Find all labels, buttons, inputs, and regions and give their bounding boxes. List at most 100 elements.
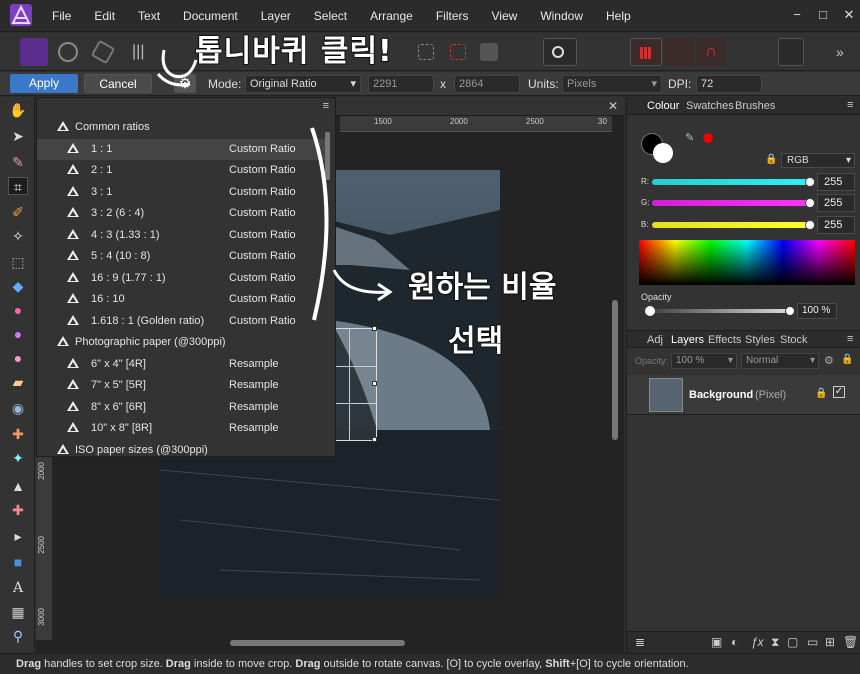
blue-value-field[interactable]: 255 (817, 216, 855, 234)
horizontal-scrollbar[interactable] (230, 640, 405, 646)
fx-icon[interactable]: ƒx (751, 635, 764, 649)
selection-brush-tool-icon[interactable]: ✧ (8, 227, 28, 245)
clone-tool-icon[interactable]: ◉ (8, 399, 28, 417)
flood-fill-tool-icon[interactable]: ◆ (8, 277, 28, 295)
colour-spectrum[interactable] (639, 240, 855, 285)
menu-filters[interactable]: Filters (436, 9, 469, 23)
assistant-icon[interactable] (778, 38, 804, 66)
deselect-icon[interactable] (450, 44, 466, 60)
tab-brushes[interactable]: Brushes (735, 100, 775, 112)
opacity-handle[interactable] (785, 306, 795, 316)
trash-icon[interactable]: 🗑 (843, 635, 858, 649)
layer-opacity-field[interactable]: 100 % ▾ (671, 353, 737, 369)
burn-tool-icon[interactable]: ● (8, 349, 28, 367)
panel-menu-icon[interactable]: ≡ (847, 333, 853, 345)
red-slider[interactable] (652, 179, 810, 185)
menu-layer[interactable]: Layer (261, 9, 291, 23)
preset-item[interactable]: 3 : 1 Custom Ratio (37, 182, 327, 203)
preset-item[interactable]: 7" x 5" [5R] Resample (37, 375, 327, 396)
preset-category[interactable]: Photographic paper (@300ppi) (37, 332, 327, 353)
tab-effects[interactable]: Effects (708, 334, 741, 346)
liquify-persona-icon[interactable] (58, 42, 78, 62)
preset-category[interactable]: Common ratios (37, 117, 327, 138)
gradient-tool-icon[interactable]: ● (8, 301, 28, 319)
preset-item[interactable]: 16 : 10 Custom Ratio (37, 289, 327, 310)
opacity-field[interactable]: 100 % (797, 303, 837, 319)
layers-stack-icon[interactable]: ≣ (635, 635, 645, 649)
vertical-scrollbar[interactable] (612, 300, 618, 440)
blend-mode-select[interactable]: Normal ▾ (741, 353, 819, 369)
arrow-snap-icon[interactable] (664, 38, 694, 66)
preset-item[interactable]: 3 : 2 (6 : 4) Custom Ratio (37, 203, 327, 224)
tab-layers[interactable]: Layers (671, 334, 704, 346)
gear-icon[interactable]: ⚙ (824, 354, 834, 367)
menu-view[interactable]: View (492, 9, 518, 23)
lock-icon[interactable]: 🔒 (765, 154, 777, 165)
tab-colour[interactable]: Colour (647, 100, 679, 112)
add-layer-icon[interactable]: ⊞ (825, 635, 835, 649)
preset-item[interactable]: 6" x 4" [4R] Resample (37, 354, 327, 375)
mask-icon[interactable]: ▣ (711, 635, 722, 649)
crop-box[interactable] (335, 326, 377, 442)
preset-item[interactable]: 1 : 1 Custom Ratio (37, 138, 327, 160)
preset-item[interactable]: 4 : 3 (1.33 : 1) Custom Ratio (37, 225, 327, 246)
preset-category[interactable]: ISO paper sizes (@300ppi) (37, 440, 327, 461)
crop-handle[interactable] (372, 381, 377, 386)
toolbar-more-icon[interactable]: » (836, 38, 856, 66)
grid-snap-button[interactable] (630, 38, 662, 66)
blue-slider[interactable] (652, 222, 810, 228)
crop-handle[interactable] (372, 437, 377, 442)
red-eye-tool-icon[interactable]: ✦ (8, 449, 28, 467)
eraser-tool-icon[interactable]: ▰ (8, 373, 28, 391)
dpi-field[interactable]: 72 (696, 75, 762, 93)
maximize-button[interactable]: □ (816, 7, 830, 22)
preset-item[interactable]: 16 : 9 (1.77 : 1) Custom Ratio (37, 268, 327, 289)
menu-arrange[interactable]: Arrange (370, 9, 413, 23)
panel-menu-icon[interactable]: ≡ (323, 100, 329, 112)
patch-tool-icon[interactable]: ✚ (8, 501, 28, 519)
mode-select[interactable]: Original Ratio ▾ (245, 75, 361, 93)
menu-edit[interactable]: Edit (94, 9, 115, 23)
photo-persona-icon[interactable] (20, 38, 48, 66)
quick-mask-button[interactable] (543, 38, 577, 66)
tab-stock[interactable]: Stock (780, 334, 808, 346)
menu-file[interactable]: File (52, 9, 71, 23)
develop-persona-icon[interactable] (90, 39, 116, 65)
crop-tool-icon[interactable]: ⌗ (8, 177, 28, 195)
width-field[interactable]: 2291 (368, 75, 434, 93)
red-slider-handle[interactable] (805, 177, 815, 187)
group-folder-icon[interactable]: ▭ (807, 635, 818, 649)
lock-icon[interactable]: 🔒 (841, 354, 853, 365)
invert-selection-icon[interactable] (480, 43, 498, 61)
green-slider[interactable] (652, 200, 810, 206)
menu-window[interactable]: Window (540, 9, 583, 23)
node-tool-icon[interactable]: ▸ (8, 527, 28, 545)
secondary-colour-swatch[interactable] (653, 143, 673, 163)
menu-text[interactable]: Text (138, 9, 160, 23)
cancel-button[interactable]: Cancel (84, 74, 152, 93)
zoom-tool-icon[interactable]: ⚲ (8, 627, 28, 645)
units-select[interactable]: Pixels ▾ (562, 75, 662, 93)
preset-item[interactable]: 10" x 8" [8R] Resample (37, 418, 327, 439)
mesh-warp-tool-icon[interactable]: ▦ (8, 603, 28, 621)
menu-document[interactable]: Document (183, 9, 238, 23)
pixel-layer-icon[interactable]: ▢ (787, 635, 798, 649)
preset-item[interactable]: 2 : 1 Custom Ratio (37, 160, 327, 181)
layer-row[interactable]: Background (Pixel) 🔒 ✓ (627, 375, 860, 415)
preset-item[interactable]: 8" x 6" [6R] Resample (37, 397, 327, 418)
tab-styles[interactable]: Styles (745, 334, 775, 346)
green-slider-handle[interactable] (805, 198, 815, 208)
red-dot-swatch[interactable] (703, 133, 713, 143)
green-value-field[interactable]: 255 (817, 194, 855, 212)
preset-item[interactable]: 1.618 : 1 (Golden ratio) Custom Ratio (37, 311, 327, 332)
red-value-field[interactable]: 255 (817, 173, 855, 191)
paint-brush-tool-icon[interactable]: ✐ (8, 203, 28, 221)
close-document-icon[interactable]: ✕ (608, 99, 618, 113)
colour-model-select[interactable]: RGB ▾ (781, 153, 855, 168)
marquee-tool-icon[interactable]: ⬚ (8, 253, 28, 271)
dodge-tool-icon[interactable]: ● (8, 325, 28, 343)
text-tool-icon[interactable]: A (8, 579, 28, 597)
marquee-icon[interactable] (418, 44, 434, 60)
live-filter-icon[interactable]: ⧗ (771, 635, 779, 650)
magnet-snap-icon[interactable]: ∩ (696, 38, 726, 66)
